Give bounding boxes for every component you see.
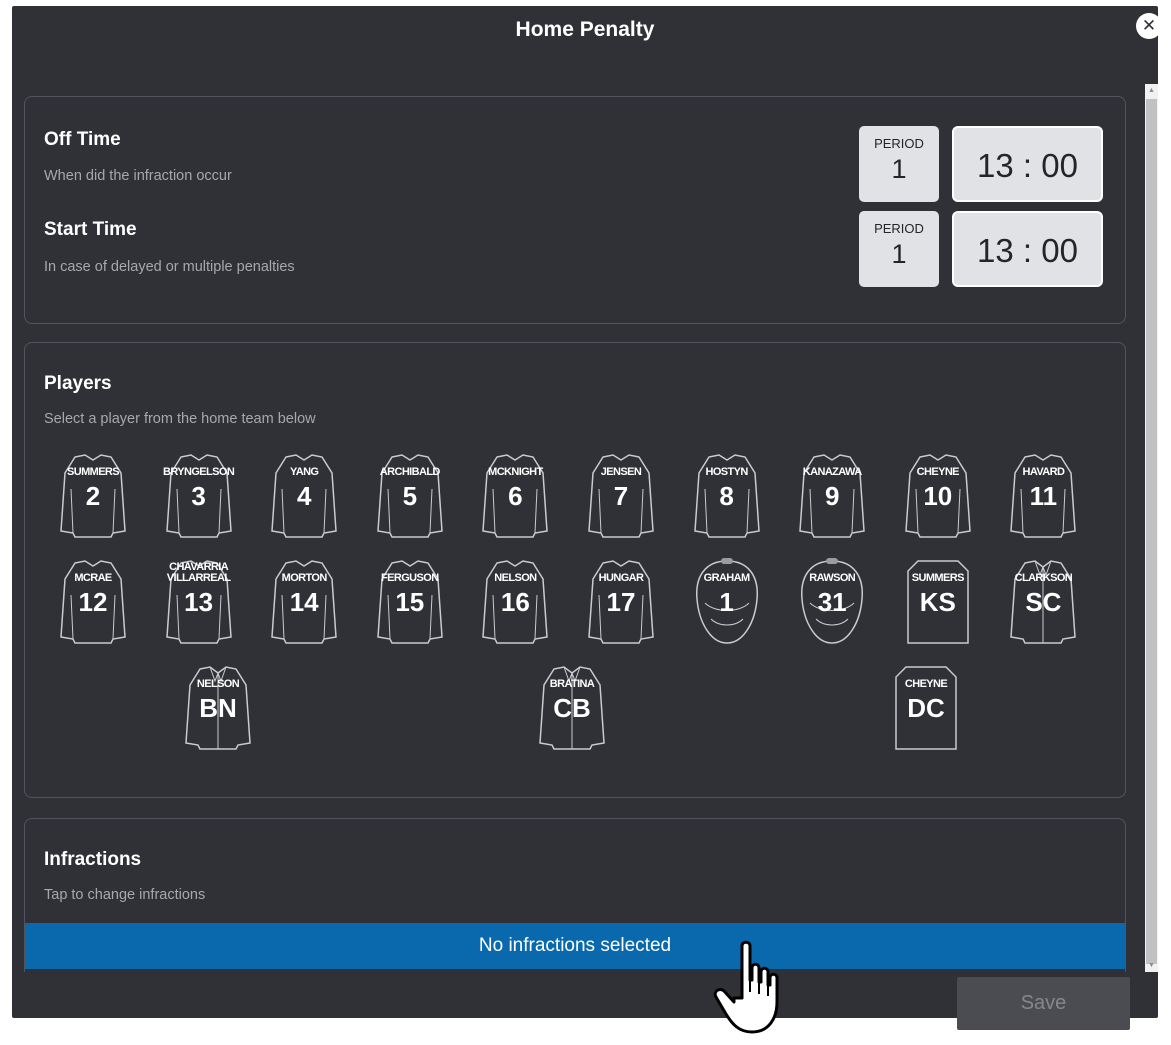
player-name: YANG	[290, 466, 319, 478]
player-number: 2	[85, 481, 101, 511]
player-BN[interactable]: NELSON BN	[182, 663, 254, 751]
players-subtitle: Select a player from the home team below	[44, 411, 316, 427]
start-time-clock[interactable]: 13 : 00	[952, 211, 1103, 287]
player-number: BN	[199, 693, 237, 723]
player-name: NELSON	[494, 572, 537, 584]
modal-title: Home Penalty	[515, 18, 655, 41]
player-number: SC	[1025, 587, 1062, 617]
player-number: 1	[719, 587, 734, 617]
player-name: ARCHIBALD	[379, 466, 441, 478]
player-number: 16	[500, 587, 530, 617]
player-7[interactable]: JENSEN 7	[585, 451, 657, 539]
player-name: MORTON	[281, 572, 328, 584]
player-2[interactable]: SUMMERS 2	[57, 451, 129, 539]
player-3[interactable]: BRYNGELSON 3	[163, 451, 235, 539]
player-number: 17	[606, 587, 636, 617]
scroll-up-icon[interactable]: ▲	[1145, 84, 1158, 97]
player-15[interactable]: FERGUSON 15	[374, 557, 446, 645]
scroll-down-icon[interactable]: ▼	[1145, 959, 1158, 972]
infractions-subtitle: Tap to change infractions	[44, 887, 206, 903]
player-name: RAWSON	[809, 572, 856, 584]
player-number: 6	[508, 481, 523, 511]
player-number: CB	[553, 693, 591, 723]
player-name: KANAZAWA	[802, 466, 862, 478]
off-time-title: Off Time	[44, 129, 121, 150]
player-number: KS	[919, 587, 956, 617]
scrollbar-thumb[interactable]	[1146, 99, 1157, 964]
player-number: 3	[191, 481, 206, 511]
player-number: 14	[289, 587, 319, 617]
player-name: HOSTYN	[705, 466, 748, 478]
start-time-period[interactable]: PERIOD 1	[859, 211, 939, 287]
times-section: Off Time When did the infraction occur S…	[24, 96, 1126, 324]
player-number: 12	[78, 587, 108, 617]
player-number: 13	[184, 587, 214, 617]
player-name: GRAHAM	[703, 572, 751, 584]
players-title: Players	[44, 373, 112, 394]
scrollbar[interactable]: ▲ ▼	[1145, 84, 1158, 972]
player-name: HUNGAR	[598, 572, 644, 584]
start-time-title: Start Time	[44, 219, 137, 240]
off-time-clock[interactable]: 13 : 00	[952, 126, 1103, 202]
player-name: SUMMERS	[911, 572, 965, 584]
player-1[interactable]: GRAHAM 1	[691, 557, 763, 645]
hand-pointer-icon	[713, 940, 779, 1034]
player-name: MCKNIGHT	[488, 466, 543, 478]
player-number: 7	[613, 481, 629, 511]
player-name: MCRAE	[74, 572, 112, 584]
period-value: 1	[891, 239, 907, 269]
off-time-period[interactable]: PERIOD 1	[859, 126, 939, 202]
player-name: NELSON	[196, 678, 240, 690]
player-16[interactable]: NELSON 16	[479, 557, 551, 645]
period-label: PERIOD	[874, 136, 924, 151]
player-name: JENSEN	[600, 466, 642, 478]
player-9[interactable]: KANAZAWA 9	[796, 451, 868, 539]
player-number: 5	[402, 481, 418, 511]
start-time-subtitle: In case of delayed or multiple penalties	[44, 259, 295, 275]
player-number: 15	[395, 587, 425, 617]
player-number: DC	[907, 693, 945, 723]
player-10[interactable]: CHEYNE 10	[902, 451, 974, 539]
player-8[interactable]: HOSTYN 8	[691, 451, 763, 539]
player-12[interactable]: MCRAE 12	[57, 557, 129, 645]
player-name: CHEYNE	[916, 466, 960, 478]
player-6[interactable]: MCKNIGHT 6	[479, 451, 551, 539]
player-31[interactable]: RAWSON 31	[796, 557, 868, 645]
player-name: HAVARD	[1022, 466, 1065, 478]
player-number: 9	[824, 481, 840, 511]
player-name: FERGUSON	[381, 572, 439, 584]
player-name: BRATINA	[549, 678, 595, 690]
player-number: 11	[1029, 481, 1058, 511]
player-number: 8	[719, 481, 734, 511]
infractions-section: Infractions Tap to change infractions No…	[24, 818, 1126, 972]
player-name: CHEYNE	[904, 678, 948, 690]
player-CB[interactable]: BRATINA CB	[536, 663, 608, 751]
player-5[interactable]: ARCHIBALD 5	[374, 451, 446, 539]
player-name: BRYNGELSON	[162, 466, 235, 478]
penalty-modal: Home Penalty ✕ Off Time When did the inf…	[12, 6, 1158, 1018]
player-number: 31	[817, 587, 847, 617]
player-DC[interactable]: CHEYNE DC	[890, 663, 962, 751]
infractions-selector[interactable]: No infractions selected	[25, 923, 1125, 969]
save-button[interactable]: Save	[957, 977, 1130, 1030]
player-name: SUMMERS	[66, 466, 120, 478]
player-13[interactable]: CHAVARRIA VILLARREAL 13	[163, 557, 235, 645]
infractions-title: Infractions	[44, 849, 142, 870]
player-14[interactable]: MORTON 14	[268, 557, 340, 645]
close-icon[interactable]: ✕	[1136, 13, 1158, 39]
player-number: 4	[296, 481, 312, 511]
players-section: Players Select a player from the home te…	[24, 342, 1126, 798]
off-time-subtitle: When did the infraction occur	[44, 168, 232, 184]
player-4[interactable]: YANG 4	[268, 451, 340, 539]
player-number: 10	[923, 481, 953, 511]
player-name: CLARKSON	[1014, 572, 1073, 584]
period-label: PERIOD	[874, 221, 924, 236]
modal-body: Off Time When did the infraction occur S…	[12, 84, 1143, 972]
player-SC[interactable]: CLARKSON SC	[1007, 557, 1079, 645]
player-name: CHAVARRIA VILLARREAL	[166, 561, 231, 584]
player-KS[interactable]: SUMMERS KS	[902, 557, 974, 645]
player-17[interactable]: HUNGAR 17	[585, 557, 657, 645]
player-11[interactable]: HAVARD 11	[1007, 451, 1079, 539]
period-value: 1	[891, 154, 907, 184]
